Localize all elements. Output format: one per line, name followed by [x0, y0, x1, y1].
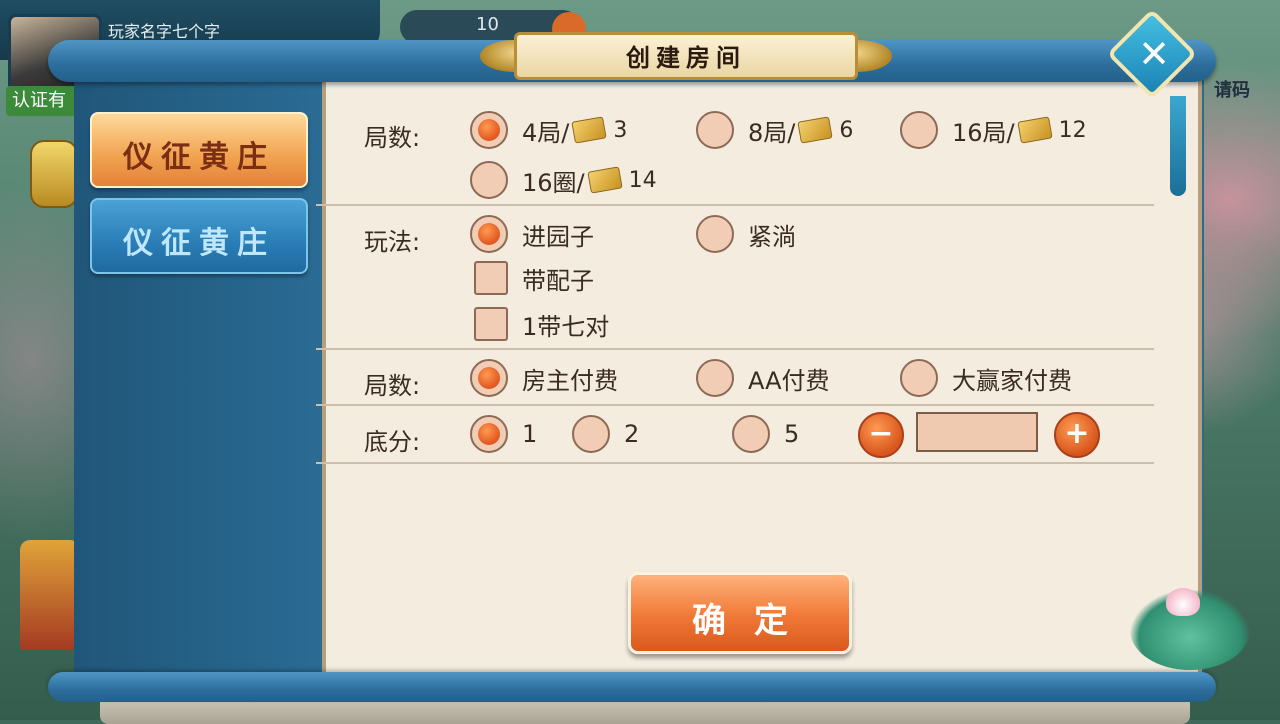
- play-checkbox-qidui[interactable]: 1带七对: [474, 304, 609, 344]
- radio-button[interactable]: [696, 359, 734, 397]
- payment-option-winner[interactable]: 大赢家付费: [900, 358, 1072, 398]
- option-text: 4局/: [522, 118, 570, 147]
- card-cost: 6: [839, 117, 854, 143]
- rounds-label: 局数:: [364, 124, 421, 152]
- base-score-input[interactable]: [916, 412, 1038, 452]
- payment-option-aa[interactable]: AA付费: [696, 358, 830, 398]
- base-score-option-5[interactable]: 5: [732, 414, 799, 454]
- option-text: 进园子: [522, 222, 594, 251]
- room-card-icon: [797, 116, 834, 144]
- tab-label: 仪征黄庄: [123, 140, 275, 175]
- base-score-option-1[interactable]: 1: [470, 414, 537, 454]
- tab-label: 仪征黄庄: [123, 226, 275, 261]
- option-text: 带配子: [522, 266, 594, 295]
- divider: [316, 462, 1154, 464]
- room-card-icon: [586, 166, 623, 194]
- option-text: AA付费: [748, 366, 830, 395]
- payment-label: 局数:: [364, 372, 421, 400]
- rounds-option-16-laps[interactable]: 16圈/ 14: [470, 160, 657, 200]
- play-label: 玩法:: [364, 228, 421, 256]
- option-text: 16圈/: [522, 168, 585, 197]
- radio-button[interactable]: [470, 111, 508, 149]
- option-text: 房主付费: [522, 366, 618, 395]
- radio-button[interactable]: [696, 111, 734, 149]
- tassel-icon: [1170, 96, 1186, 196]
- radio-button[interactable]: [696, 215, 734, 253]
- play-checkbox-peizi[interactable]: 带配子: [474, 258, 594, 298]
- base-score-option-2[interactable]: 2: [572, 414, 639, 454]
- invite-code-label[interactable]: 请码: [1214, 76, 1250, 102]
- radio-button[interactable]: [732, 415, 770, 453]
- option-text: 大赢家付费: [952, 366, 1072, 395]
- title-plaque: 创建房间: [480, 28, 892, 88]
- payment-option-owner[interactable]: 房主付费: [470, 358, 618, 398]
- card-cost: 3: [613, 117, 628, 143]
- option-text: 2: [624, 420, 640, 448]
- option-text: 5: [784, 420, 800, 448]
- card-cost: 12: [1058, 117, 1087, 143]
- radio-button[interactable]: [900, 359, 938, 397]
- increment-button[interactable]: +: [1054, 412, 1100, 458]
- dialog-title: 创建房间: [626, 43, 746, 72]
- card-cost: 14: [628, 167, 657, 193]
- player-name: 玩家名字七个字: [108, 22, 221, 41]
- radio-button[interactable]: [900, 111, 938, 149]
- option-text: 1: [522, 420, 538, 448]
- option-text: 1带七对: [522, 312, 610, 341]
- room-card-icon: [571, 116, 608, 144]
- option-text: 紧淌: [748, 222, 796, 251]
- radio-button[interactable]: [470, 215, 508, 253]
- option-text: 16局/: [952, 118, 1015, 147]
- base-score-label: 底分:: [364, 428, 421, 456]
- play-option-jintang[interactable]: 紧淌: [696, 214, 796, 254]
- divider: [316, 204, 1154, 206]
- play-option-jinyuanzi[interactable]: 进园子: [470, 214, 594, 254]
- divider: [316, 404, 1154, 406]
- room-card-icon: [1016, 116, 1053, 144]
- tab-game-1[interactable]: 仪征黄庄: [90, 112, 308, 188]
- radio-button[interactable]: [470, 359, 508, 397]
- divider: [316, 348, 1154, 350]
- radio-button[interactable]: [572, 415, 610, 453]
- tab-game-2[interactable]: 仪征黄庄: [90, 198, 308, 274]
- scroll-bottom-bar: [48, 672, 1216, 702]
- decrement-button[interactable]: −: [858, 412, 904, 458]
- confirm-label: 确定: [692, 601, 816, 641]
- lotus-flower-icon: [1166, 588, 1200, 616]
- rounds-option-8[interactable]: 8局/ 6: [696, 110, 853, 150]
- close-icon[interactable]: ✕: [1136, 30, 1172, 78]
- rounds-option-4[interactable]: 4局/ 3: [470, 110, 627, 150]
- radio-button[interactable]: [470, 161, 508, 199]
- checkbox[interactable]: [474, 261, 508, 295]
- option-text: 8局/: [748, 118, 796, 147]
- checkbox[interactable]: [474, 307, 508, 341]
- confirm-button[interactable]: 确定: [628, 572, 852, 654]
- radio-button[interactable]: [470, 415, 508, 453]
- rounds-option-16[interactable]: 16局/ 12: [900, 110, 1087, 150]
